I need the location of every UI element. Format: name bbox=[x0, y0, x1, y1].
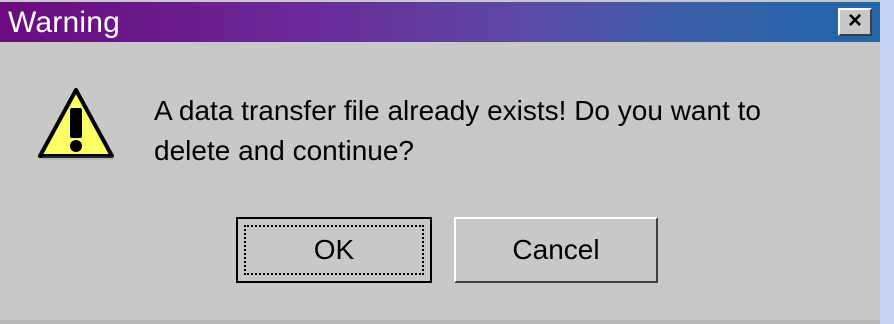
cancel-button-label: Cancel bbox=[512, 234, 600, 265]
warning-dialog: Warning × A data transfer file already e… bbox=[0, 0, 880, 324]
dialog-message: A data transfer file already exists! Do … bbox=[154, 91, 864, 171]
cancel-button[interactable]: Cancel bbox=[454, 217, 658, 283]
close-icon: × bbox=[847, 7, 862, 34]
warning-icon bbox=[38, 88, 114, 160]
dialog-titlebar: Warning × bbox=[0, 2, 880, 42]
dialog-title: Warning bbox=[8, 6, 120, 39]
dialog-content: A data transfer file already exists! Do … bbox=[0, 44, 880, 324]
message-line-1: A data transfer file already exists! Do … bbox=[154, 95, 761, 126]
close-button[interactable]: × bbox=[838, 8, 872, 36]
ok-button[interactable]: OK bbox=[236, 217, 432, 283]
dialog-bottom-edge bbox=[0, 320, 880, 324]
message-line-2: delete and continue? bbox=[154, 135, 414, 166]
ok-button-label: OK bbox=[313, 234, 355, 265]
